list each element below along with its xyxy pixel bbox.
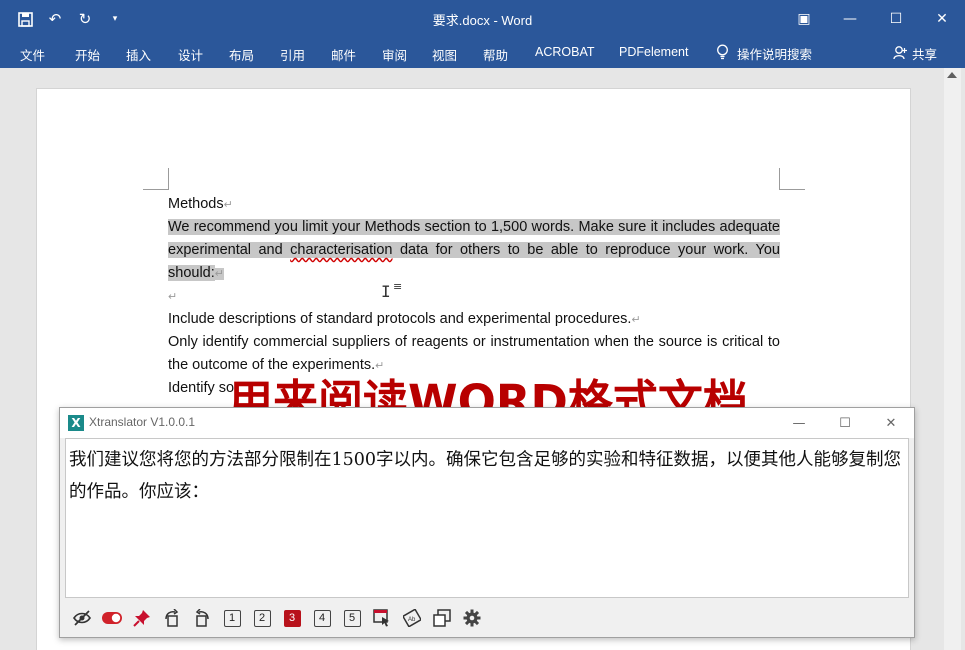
tab-insert[interactable]: 插入 <box>126 45 151 64</box>
minimize-icon[interactable]: — <box>776 408 822 438</box>
tab-pdfelement[interactable]: PDFelement <box>619 45 688 59</box>
mini-toolbar-icon[interactable]: ≡ <box>393 280 402 293</box>
share-button[interactable]: 共享 <box>893 44 937 63</box>
number-1-button[interactable]: 1 <box>220 606 244 630</box>
select-window-icon[interactable] <box>370 606 394 630</box>
close-icon[interactable]: ✕ <box>868 408 914 438</box>
xtranslator-logo-icon: X <box>68 415 84 431</box>
title-bar: ↶ ↻ ▾ 要求.docx - Word ▣ — ☐ ✕ <box>0 0 965 38</box>
tab-layout[interactable]: 布局 <box>229 45 254 64</box>
translator-window[interactable]: X Xtranslator V1.0.0.1 — ☐ ✕ 我们建议您将您的方法部… <box>59 407 915 638</box>
tell-me-label: 操作说明搜索 <box>737 48 813 62</box>
number-3-button[interactable]: 3 <box>280 606 304 630</box>
ocr-icon[interactable]: Ab <box>400 606 424 630</box>
paragraph-mark: ↵ <box>214 268 224 280</box>
translator-toolbar: 1 2 3 4 5 Ab <box>66 602 910 634</box>
ribbon-tabs: 文件 开始 插入 设计 布局 引用 邮件 审阅 视图 帮助 ACROBAT PD… <box>0 38 965 68</box>
close-icon[interactable]: ✕ <box>919 0 965 38</box>
translator-window-controls: — ☐ ✕ <box>776 408 914 438</box>
pin-icon[interactable] <box>130 606 154 630</box>
number-4-button[interactable]: 4 <box>310 606 334 630</box>
tab-file[interactable]: 文件 <box>20 45 45 64</box>
crop-mark-left <box>143 168 169 190</box>
tell-me-search[interactable]: 操作说明搜索 <box>716 44 812 63</box>
paragraph-mark: ↵ <box>631 314 641 326</box>
tab-home[interactable]: 开始 <box>75 45 100 64</box>
crop-mark-right <box>779 168 805 190</box>
tab-help[interactable]: 帮助 <box>483 45 508 64</box>
window-controls: ▣ — ☐ ✕ <box>781 0 965 38</box>
lightbulb-icon <box>716 44 729 63</box>
rotate-back-icon[interactable] <box>190 606 214 630</box>
tab-review[interactable]: 审阅 <box>382 45 407 64</box>
svg-text:Ab: Ab <box>408 617 416 623</box>
toggle-icon[interactable] <box>100 606 124 630</box>
translator-title-bar[interactable]: X Xtranslator V1.0.0.1 — ☐ ✕ <box>60 408 914 438</box>
paragraph-mark: ↵ <box>223 199 233 211</box>
spelling-error[interactable]: characterisation <box>290 242 393 258</box>
number-2-button[interactable]: 2 <box>250 606 274 630</box>
number-5-button[interactable]: 5 <box>340 606 364 630</box>
list-line-1: Include descriptions of standard protoco… <box>168 311 641 327</box>
tab-references[interactable]: 引用 <box>280 45 305 64</box>
ribbon-display-icon[interactable]: ▣ <box>781 0 827 38</box>
tab-acrobat[interactable]: ACROBAT <box>535 45 595 59</box>
maximize-icon[interactable]: ☐ <box>822 408 868 438</box>
rotate-forward-icon[interactable] <box>160 606 184 630</box>
settings-gear-icon[interactable] <box>460 606 484 630</box>
tab-design[interactable]: 设计 <box>178 45 203 64</box>
hide-eye-icon[interactable] <box>70 606 94 630</box>
vertical-scrollbar[interactable] <box>944 68 961 650</box>
list-line-2: Only identify commercial suppliers of re… <box>168 334 780 373</box>
copy-window-icon[interactable] <box>430 606 454 630</box>
maximize-icon[interactable]: ☐ <box>873 0 919 38</box>
translation-output[interactable]: 我们建议您将您的方法部分限制在1500字以内。确保它包含足够的实验和特征数据，以… <box>65 438 909 598</box>
text-cursor-icon: I <box>381 282 391 301</box>
minimize-icon[interactable]: — <box>827 0 873 38</box>
selected-paragraph[interactable]: We recommend you limit your Methods sect… <box>168 216 780 286</box>
person-icon <box>893 45 908 63</box>
translator-title: Xtranslator V1.0.0.1 <box>89 415 196 429</box>
empty-line: ↵ <box>168 285 780 309</box>
paragraph-mark: ↵ <box>168 291 178 303</box>
scroll-up-icon[interactable] <box>947 72 957 78</box>
paragraph-mark: ↵ <box>375 360 385 372</box>
share-label: 共享 <box>912 48 938 62</box>
tab-mailings[interactable]: 邮件 <box>331 45 356 64</box>
heading-methods: Methods↵ <box>168 196 233 212</box>
tab-view[interactable]: 视图 <box>432 45 457 64</box>
